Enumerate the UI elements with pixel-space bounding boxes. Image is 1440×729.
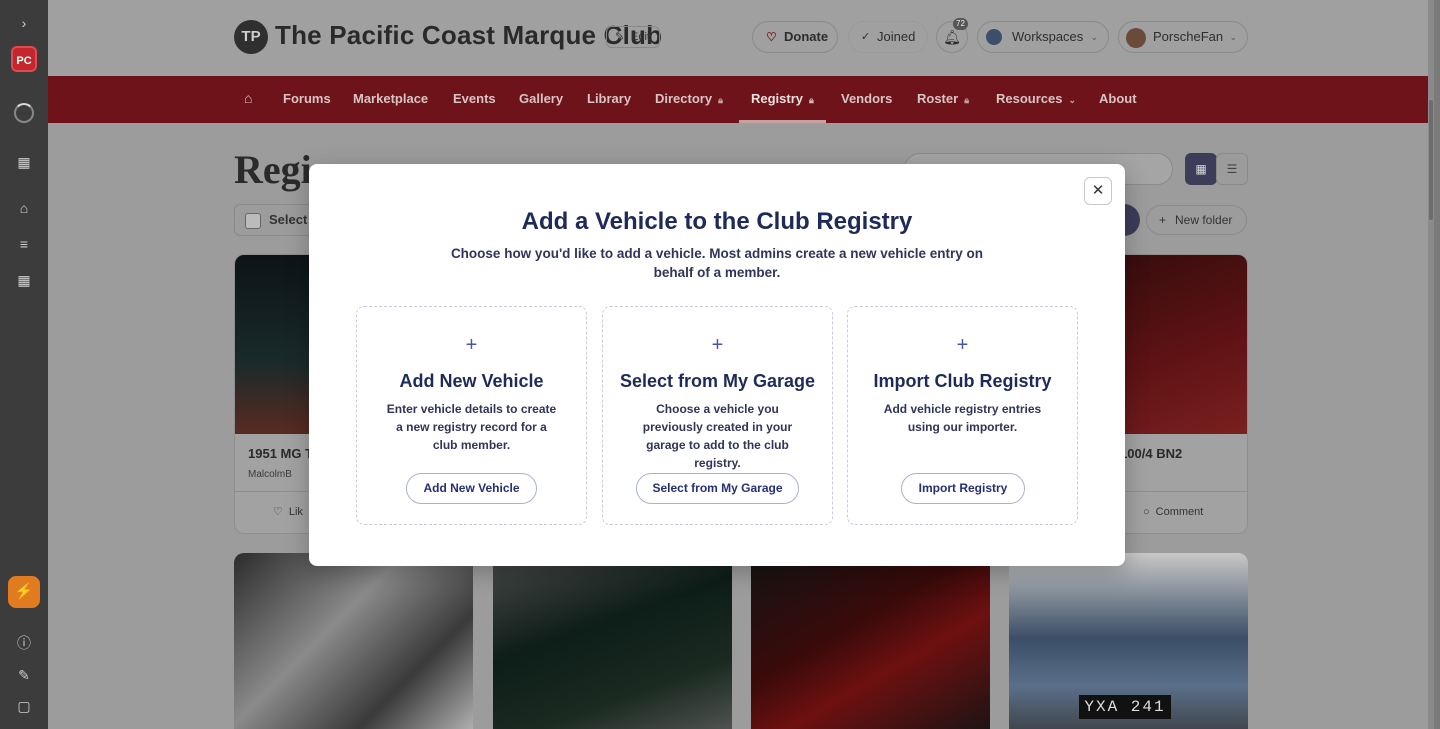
license-plate: YXA 241 <box>1079 695 1171 719</box>
new-folder-button[interactable]: + New folder <box>1146 205 1247 235</box>
nav-library[interactable]: Library <box>587 76 631 123</box>
apps-grid-icon[interactable]: ▦ <box>12 150 36 174</box>
vehicle-title: 1951 MG T <box>248 446 314 461</box>
plus-icon: + <box>1159 213 1167 227</box>
loading-spinner-icon <box>14 103 34 123</box>
option-description: Add vehicle registry entries using our i… <box>883 402 1042 434</box>
nav-resources[interactable]: Resources ⌄ <box>996 76 1076 123</box>
notification-badge: 72 <box>953 18 968 30</box>
new-folder-label: New folder <box>1175 213 1233 227</box>
nav-resources-label: Resources <box>996 91 1063 106</box>
workspaces-label: Workspaces <box>1012 29 1084 44</box>
club-title: The Pacific Coast Marque Club <box>275 20 663 50</box>
page-title: Regi <box>234 147 312 192</box>
option-heading: Select from My Garage <box>619 371 816 391</box>
plus-icon: + <box>711 334 724 356</box>
vehicle-photo[interactable] <box>234 553 473 729</box>
nav-gallery[interactable]: Gallery <box>519 76 563 123</box>
user-name: PorscheFan <box>1153 29 1224 44</box>
close-icon[interactable]: ✕ <box>1084 177 1112 205</box>
scrollbar-thumb[interactable] <box>1429 100 1433 220</box>
add-new-vehicle-button[interactable]: Add New Vehicle <box>406 473 537 504</box>
pencil-icon: ✎ <box>615 31 625 43</box>
option-add-new-vehicle[interactable]: + Add New Vehicle Enter vehicle details … <box>356 306 587 525</box>
main-nav: ⌂ Forums Marketplace Events Gallery Libr… <box>48 76 1434 123</box>
globe-icon <box>986 29 1002 45</box>
option-description: Choose a vehicle you previously created … <box>642 402 793 470</box>
option-heading: Import Club Registry <box>873 371 1052 391</box>
select-label: Select <box>269 212 308 227</box>
app-rail: › PC ▦ ⌂ ≡ ▦ ⚡ ⓘ ✎ ▢ <box>0 0 48 729</box>
nav-events[interactable]: Events <box>453 76 496 123</box>
plus-icon: + <box>465 334 478 356</box>
comment-label: Comment <box>1155 506 1204 518</box>
lock-icon: 🔒︎ <box>718 95 723 105</box>
joined-button[interactable]: ✓ Joined <box>848 21 928 53</box>
donate-label: Donate <box>784 29 829 44</box>
lock-icon: 🔒︎ <box>809 95 814 105</box>
chevron-down-icon: ⌄ <box>1090 32 1098 42</box>
bolt-icon[interactable]: ⚡ <box>8 576 40 608</box>
bell-icon: 🔔︎ <box>943 29 961 45</box>
modules-icon[interactable]: ▦ <box>12 268 36 292</box>
nav-directory-label: Directory <box>655 91 713 106</box>
avatar <box>1126 28 1146 48</box>
checkbox[interactable] <box>245 213 261 229</box>
option-import-registry[interactable]: + Import Club Registry Add vehicle regis… <box>847 306 1078 525</box>
chevron-down-icon: ⌄ <box>1068 95 1077 105</box>
vehicle-photo[interactable] <box>751 553 990 729</box>
nav-marketplace[interactable]: Marketplace <box>353 76 428 123</box>
lock-icon: 🔒︎ <box>964 95 969 105</box>
modal-title: Add a Vehicle to the Club Registry <box>521 208 913 235</box>
scrollbar[interactable] <box>1428 0 1434 729</box>
nav-about[interactable]: About <box>1099 76 1137 123</box>
nav-forums[interactable]: Forums <box>283 76 331 123</box>
edit-label: Edit <box>631 31 650 43</box>
vehicle-photo[interactable] <box>493 553 732 729</box>
club-avatar[interactable]: TP <box>234 20 268 54</box>
list-view-icon[interactable]: ☰ <box>1216 153 1248 185</box>
heart-icon: ♡ <box>766 30 777 44</box>
user-menu[interactable]: PorscheFan ⌄ <box>1118 21 1248 53</box>
nav-directory[interactable]: Directory 🔒︎ <box>655 76 723 123</box>
nav-roster-label: Roster <box>917 91 959 106</box>
announcement-icon[interactable]: ✎ <box>12 663 36 687</box>
home-icon[interactable]: ⌂ <box>12 196 36 220</box>
option-description: Enter vehicle details to create a new re… <box>386 402 557 452</box>
nav-vendors[interactable]: Vendors <box>841 76 892 123</box>
like-button[interactable]: ♡ Lik <box>273 492 303 532</box>
grid-view-icon[interactable]: ▦ <box>1185 153 1217 185</box>
vehicle-photo[interactable]: YXA 241 <box>1009 553 1248 729</box>
edit-button[interactable]: ✎ Edit <box>606 26 660 48</box>
select-from-garage-button[interactable]: Select from My Garage <box>636 473 799 504</box>
heart-icon: ♡ <box>273 506 283 518</box>
comment-button[interactable]: ○ Comment <box>1143 492 1203 532</box>
plus-icon: + <box>956 334 969 356</box>
nav-roster[interactable]: Roster 🔒︎ <box>917 76 969 123</box>
vehicle-owner: MalcolmB <box>248 469 292 480</box>
rail-logo[interactable]: PC <box>11 46 37 72</box>
notifications-button[interactable]: 🔔︎ 72 <box>936 18 968 53</box>
option-heading: Add New Vehicle <box>399 371 544 391</box>
option-select-from-garage[interactable]: + Select from My Garage Choose a vehicle… <box>602 306 833 525</box>
like-label: Lik <box>288 506 303 518</box>
home-icon[interactable]: ⌂ <box>244 76 252 123</box>
add-vehicle-modal: ✕ Add a Vehicle to the Club Registry Cho… <box>309 164 1125 566</box>
nav-registry-label: Registry <box>751 91 804 106</box>
expand-chevron-icon[interactable]: › <box>12 11 36 35</box>
import-registry-button[interactable]: Import Registry <box>901 473 1025 504</box>
top-bar: TP The Pacific Coast Marque Club ✎ Edit … <box>48 0 1434 76</box>
info-icon[interactable]: ⓘ <box>12 631 36 655</box>
filter-icon[interactable]: ≡ <box>12 232 36 256</box>
comment-icon: ○ <box>1143 506 1150 518</box>
workspaces-dropdown[interactable]: Workspaces ⌄ <box>977 21 1109 53</box>
chat-icon[interactable]: ▢ <box>12 694 36 718</box>
nav-registry[interactable]: Registry 🔒︎ <box>739 76 826 123</box>
joined-label: Joined <box>877 29 916 44</box>
check-icon: ✓ <box>861 31 871 43</box>
chevron-down-icon: ⌄ <box>1229 32 1237 42</box>
modal-subtitle: Choose how you'd like to add a vehicle. … <box>450 246 984 280</box>
donate-button[interactable]: ♡ Donate <box>752 21 838 53</box>
